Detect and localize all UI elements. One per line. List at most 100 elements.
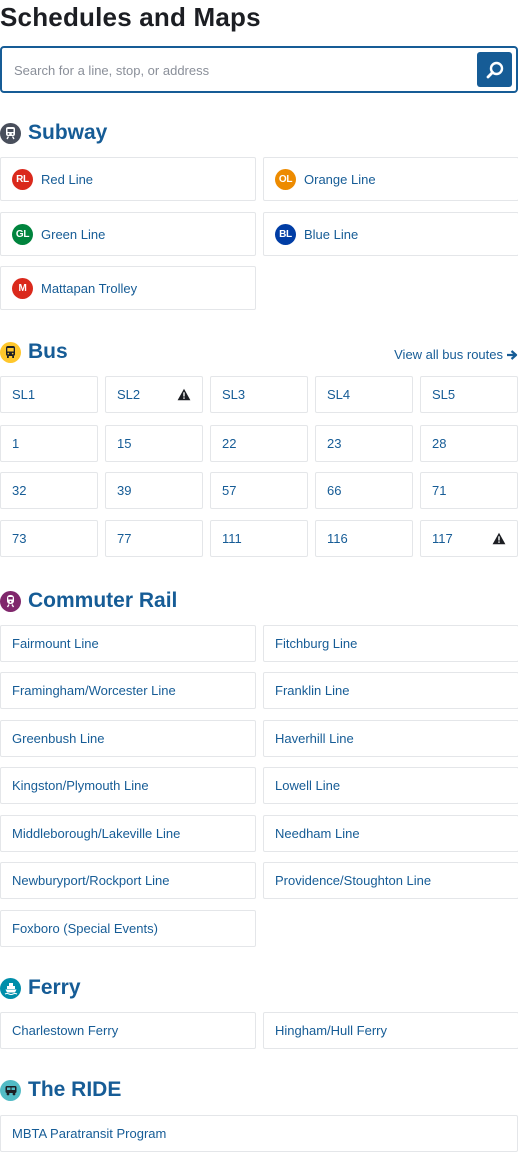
- commuter-rail-line-card[interactable]: Providence/Stoughton Line: [263, 862, 518, 899]
- ferry-line-card[interactable]: Charlestown Ferry: [0, 1012, 256, 1049]
- commuter-rail-icon: [0, 590, 21, 612]
- card-label: Foxboro (Special Events): [12, 921, 158, 936]
- ferry-line-card[interactable]: Hingham/Hull Ferry: [263, 1012, 518, 1049]
- subway-line-card[interactable]: M Mattapan Trolley: [0, 266, 256, 310]
- commuter-rail-line-card[interactable]: Fairmount Line: [0, 625, 256, 662]
- search-button[interactable]: [477, 52, 512, 87]
- ferry-icon: [0, 977, 21, 999]
- bus-route-card[interactable]: 39: [105, 472, 203, 509]
- commuter-rail-title: Commuter Rail: [28, 589, 178, 612]
- card-label: 1: [12, 436, 20, 451]
- the-ride-title: The RIDE: [28, 1078, 122, 1101]
- card-label: Franklin Line: [275, 683, 350, 698]
- alert-icon: [177, 388, 191, 404]
- ferry-title: Ferry: [28, 976, 81, 999]
- commuter-rail-section-header: Commuter Rail: [0, 589, 177, 613]
- card-label: SL2: [117, 387, 141, 402]
- commuter-rail-line-card[interactable]: Greenbush Line: [0, 720, 256, 757]
- line-badge: BL: [275, 223, 296, 245]
- bus-route-card[interactable]: 71: [420, 472, 518, 509]
- arrow-right-icon: [507, 349, 518, 360]
- commuter-rail-line-card[interactable]: Haverhill Line: [263, 720, 518, 757]
- commuter-rail-line-card[interactable]: Foxboro (Special Events): [0, 910, 256, 947]
- bus-route-card[interactable]: SL5: [420, 376, 518, 413]
- the-ride-program-card[interactable]: MBTA Paratransit Program: [0, 1115, 518, 1152]
- bus-route-card[interactable]: 116: [315, 520, 413, 557]
- card-label: Hingham/Hull Ferry: [275, 1023, 387, 1038]
- card-label: 73: [12, 531, 27, 546]
- bus-route-card[interactable]: 111: [210, 520, 308, 557]
- line-badge: M: [12, 277, 33, 299]
- bus-route-card[interactable]: 23: [315, 425, 413, 462]
- bus-icon: [0, 341, 21, 363]
- subway-icon: [0, 122, 21, 144]
- search-input[interactable]: [14, 58, 464, 82]
- bus-route-card[interactable]: SL2: [105, 376, 203, 413]
- commuter-rail-line-card[interactable]: Framingham/Worcester Line: [0, 672, 256, 709]
- card-label: Fairmount Line: [12, 636, 99, 651]
- subway-line-card[interactable]: GL Green Line: [0, 212, 256, 256]
- commuter-rail-line-card[interactable]: Franklin Line: [263, 672, 518, 709]
- card-label: Framingham/Worcester Line: [12, 683, 176, 698]
- line-badge: GL: [12, 223, 33, 245]
- card-label: Providence/Stoughton Line: [275, 873, 432, 888]
- card-label: 111: [222, 531, 242, 546]
- bus-route-card[interactable]: SL4: [315, 376, 413, 413]
- bus-route-card[interactable]: 77: [105, 520, 203, 557]
- bus-route-card[interactable]: 57: [210, 472, 308, 509]
- bus-section-header: Bus: [0, 340, 68, 364]
- subway-title: Subway: [28, 121, 108, 144]
- card-label: 39: [117, 483, 132, 498]
- alert-icon: [492, 532, 506, 548]
- card-label: 22: [222, 436, 237, 451]
- the-ride-icon: [0, 1079, 21, 1101]
- card-label: Mattapan Trolley: [41, 280, 138, 296]
- card-label: Newburyport/Rockport Line: [12, 873, 170, 888]
- card-label: Fitchburg Line: [275, 636, 358, 651]
- the-ride-section-header: The RIDE: [0, 1078, 121, 1102]
- card-label: SL3: [222, 387, 246, 402]
- card-label: Orange Line: [304, 171, 376, 187]
- card-label: 117: [432, 531, 453, 546]
- page-title: Schedules and Maps: [0, 2, 261, 32]
- commuter-rail-line-card[interactable]: Lowell Line: [263, 767, 518, 804]
- card-label: Greenbush Line: [12, 731, 105, 746]
- card-label: 77: [117, 531, 132, 546]
- bus-route-card[interactable]: 117: [420, 520, 518, 557]
- bus-route-card[interactable]: 32: [0, 472, 98, 509]
- line-badge: RL: [12, 168, 33, 190]
- commuter-rail-line-card[interactable]: Fitchburg Line: [263, 625, 518, 662]
- bus-route-card[interactable]: 73: [0, 520, 98, 557]
- card-label: Middleborough/Lakeville Line: [12, 826, 181, 841]
- commuter-rail-line-card[interactable]: Newburyport/Rockport Line: [0, 862, 256, 899]
- card-label: Charlestown Ferry: [12, 1023, 119, 1038]
- card-label: 57: [222, 483, 237, 498]
- bus-route-card[interactable]: 66: [315, 472, 413, 509]
- bus-route-card[interactable]: 22: [210, 425, 308, 462]
- bus-route-card[interactable]: 28: [420, 425, 518, 462]
- subway-line-card[interactable]: RL Red Line: [0, 157, 256, 201]
- card-label: Green Line: [41, 226, 106, 242]
- card-label: Lowell Line: [275, 778, 341, 793]
- card-label: 66: [327, 483, 342, 498]
- commuter-rail-line-card[interactable]: Middleborough/Lakeville Line: [0, 815, 256, 852]
- view-all-bus-routes-label: View all bus routes: [394, 347, 503, 362]
- ferry-section-header: Ferry: [0, 976, 81, 1000]
- subway-line-card[interactable]: BL Blue Line: [263, 212, 518, 256]
- card-label: SL4: [327, 387, 351, 402]
- subway-line-card[interactable]: OL Orange Line: [263, 157, 518, 201]
- search-bar: [0, 46, 518, 93]
- card-label: MBTA Paratransit Program: [12, 1126, 167, 1141]
- bus-route-card[interactable]: SL1: [0, 376, 98, 413]
- card-label: Red Line: [41, 171, 94, 187]
- bus-route-card[interactable]: 1: [0, 425, 98, 462]
- view-all-bus-routes-link[interactable]: View all bus routes: [394, 347, 518, 362]
- bus-route-card[interactable]: 15: [105, 425, 203, 462]
- card-label: 28: [432, 436, 447, 451]
- bus-route-card[interactable]: SL3: [210, 376, 308, 413]
- search-icon: [486, 61, 503, 78]
- card-label: 71: [432, 483, 447, 498]
- card-label: Blue Line: [304, 226, 359, 242]
- commuter-rail-line-card[interactable]: Needham Line: [263, 815, 518, 852]
- commuter-rail-line-card[interactable]: Kingston/Plymouth Line: [0, 767, 256, 804]
